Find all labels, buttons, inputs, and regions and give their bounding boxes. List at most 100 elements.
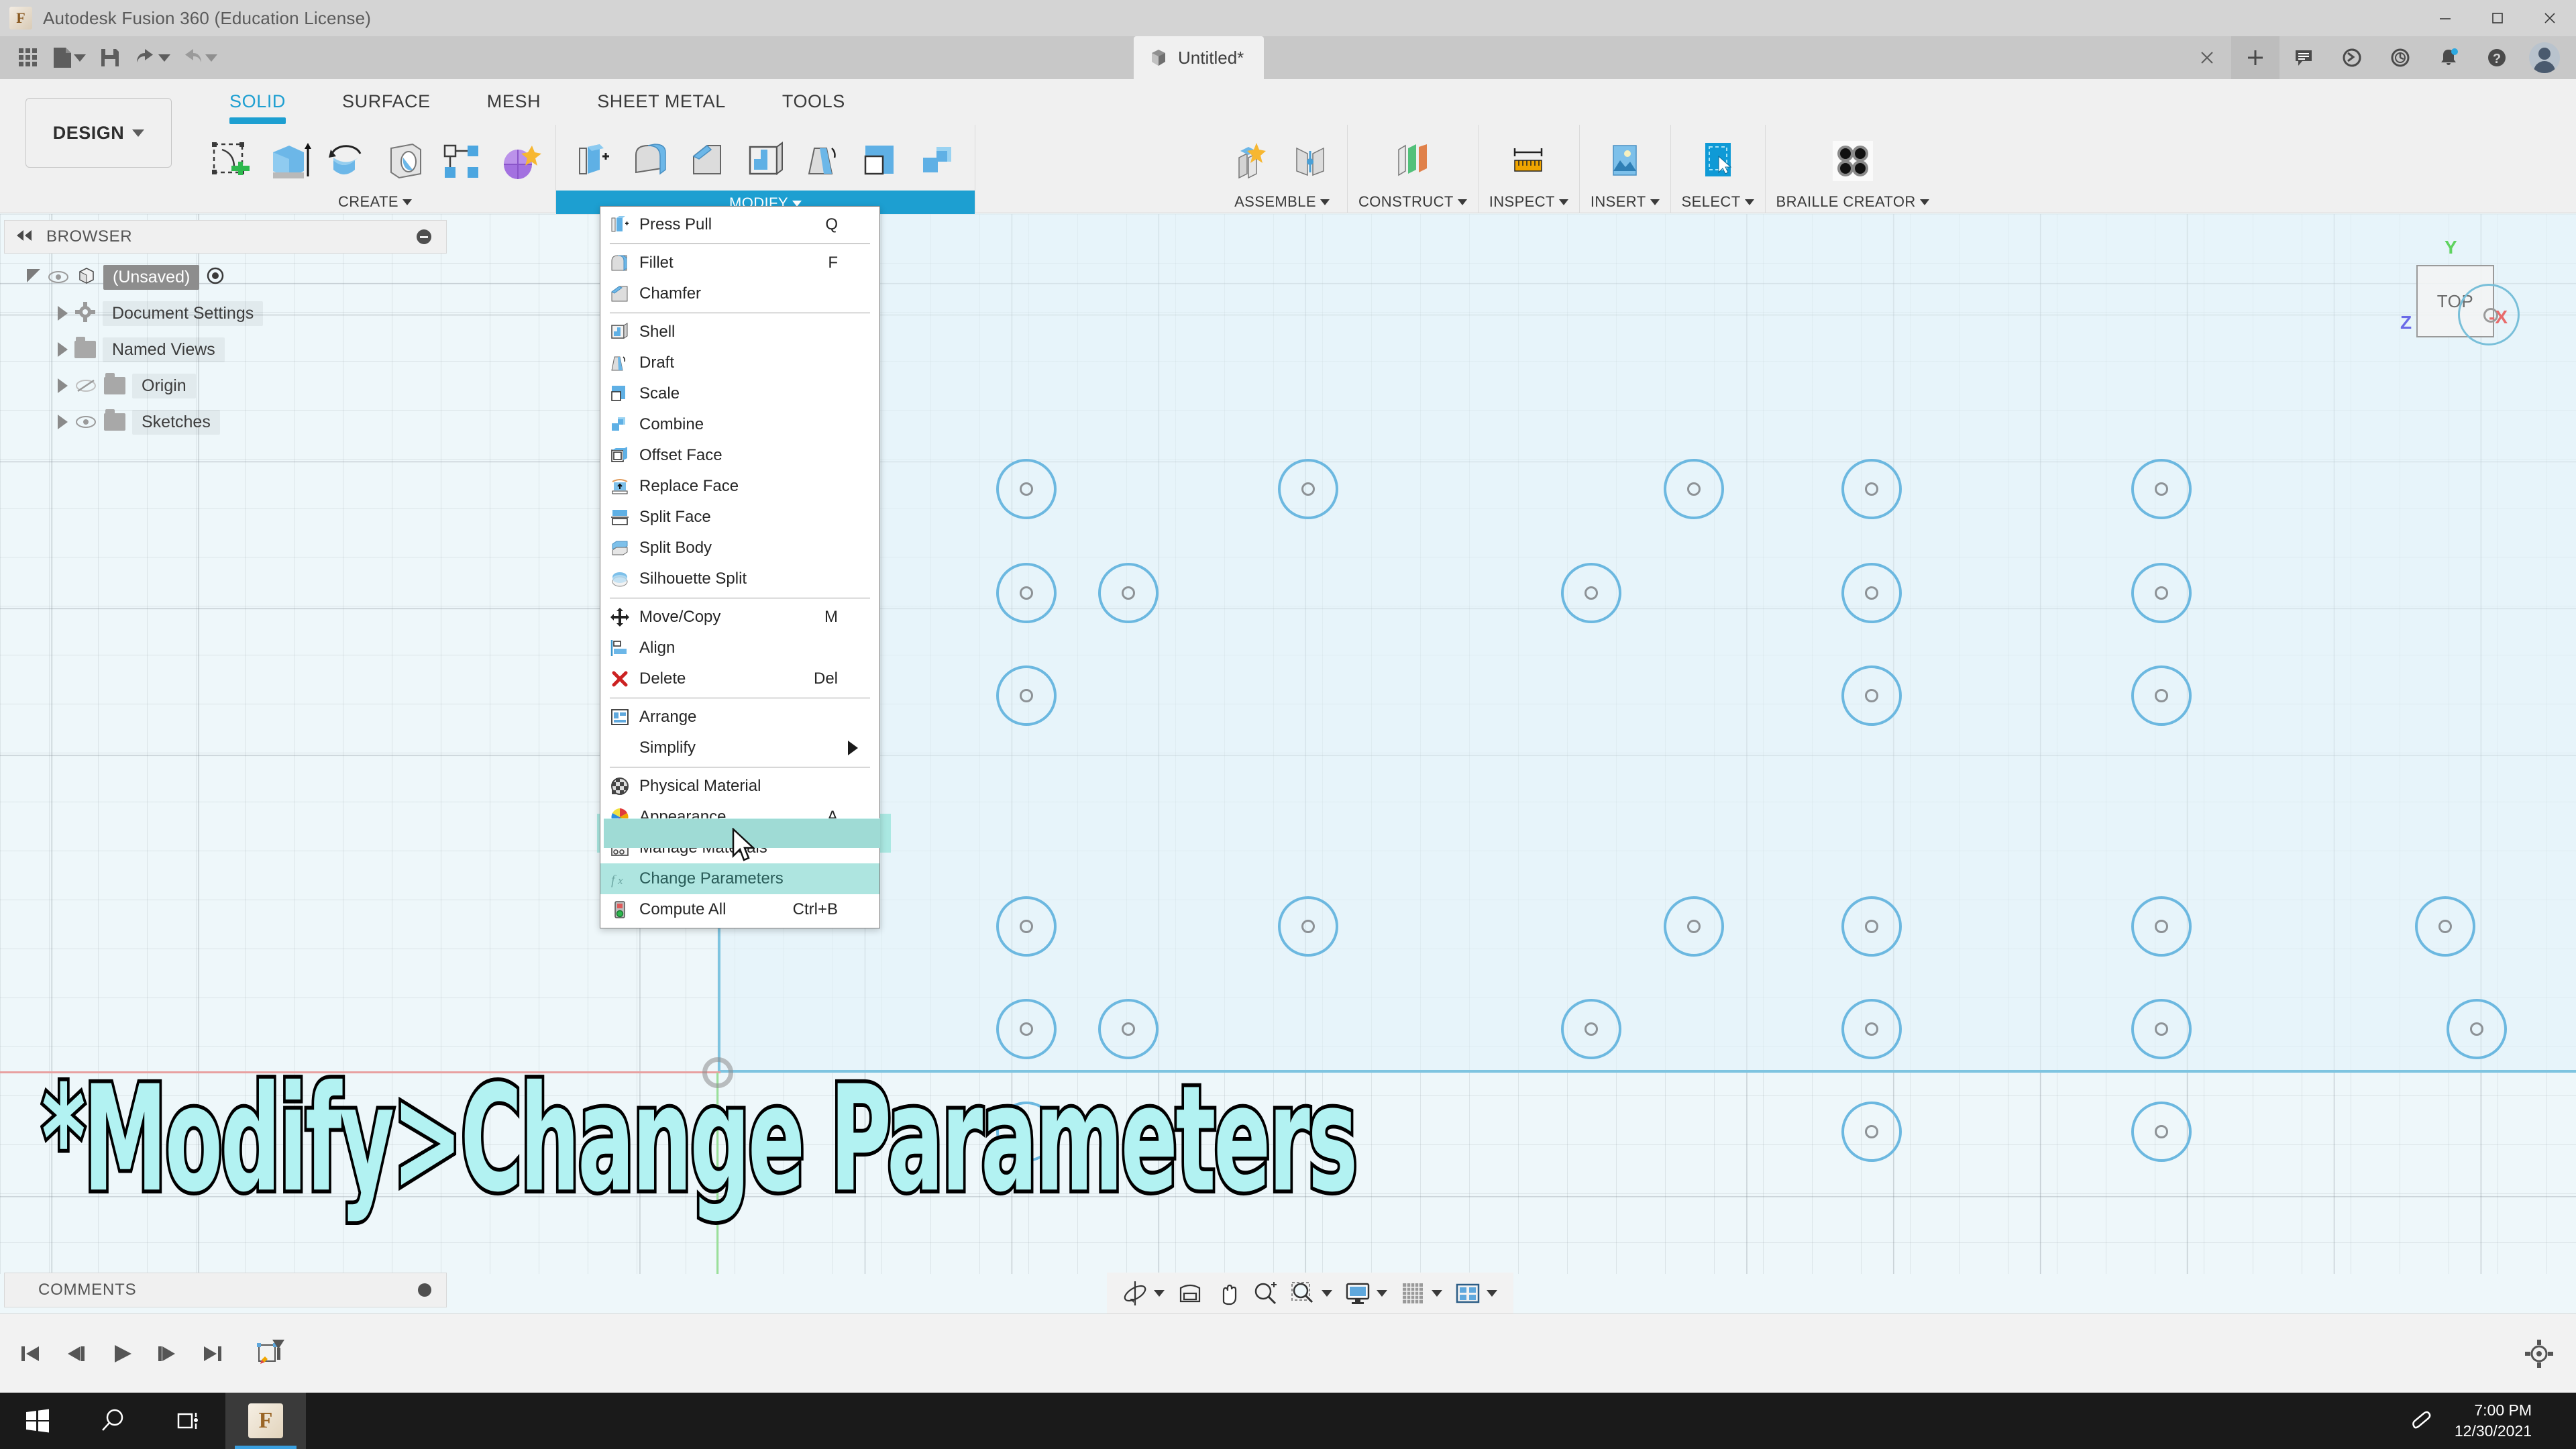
chevron-down-icon[interactable] bbox=[1432, 1290, 1442, 1297]
menu-item-shell[interactable]: Shell bbox=[600, 317, 879, 347]
braille-dots-icon[interactable] bbox=[1827, 136, 1878, 186]
menu-item-silhouette-split[interactable]: Silhouette Split bbox=[600, 564, 879, 594]
tab-surface[interactable]: SURFACE bbox=[314, 91, 459, 124]
comments-collapse-icon[interactable] bbox=[418, 1283, 431, 1297]
menu-item-scale[interactable]: Scale bbox=[600, 378, 879, 409]
fillet-icon[interactable] bbox=[625, 136, 676, 186]
notification-bell-icon[interactable] bbox=[2424, 36, 2473, 79]
new-file-icon[interactable] bbox=[48, 40, 90, 75]
sketch-marker-icon[interactable] bbox=[251, 1334, 290, 1373]
joint-icon[interactable] bbox=[1285, 136, 1336, 186]
braille-dot-center-point[interactable] bbox=[2438, 920, 2452, 933]
braille-dot-center-point[interactable] bbox=[1020, 689, 1033, 702]
tab-solid[interactable]: SOLID bbox=[201, 91, 314, 124]
comment-icon[interactable] bbox=[2279, 36, 2328, 79]
tab-mesh[interactable]: MESH bbox=[459, 91, 569, 124]
new-component-icon[interactable] bbox=[1228, 136, 1279, 186]
windows-ink-icon[interactable] bbox=[2408, 1405, 2436, 1437]
revolve-icon[interactable] bbox=[321, 136, 372, 186]
display-settings-icon[interactable] bbox=[1340, 1276, 1375, 1311]
menu-item-split-face[interactable]: Split Face bbox=[600, 502, 879, 533]
comments-bar[interactable]: COMMENTS bbox=[4, 1273, 447, 1307]
go-to-beginning-icon[interactable] bbox=[11, 1334, 50, 1373]
braille-dot-center-point[interactable] bbox=[2155, 586, 2168, 600]
viewports-icon[interactable] bbox=[1450, 1276, 1485, 1311]
browser-item-origin[interactable]: Origin bbox=[27, 368, 456, 404]
browser-item-sketches[interactable]: Sketches bbox=[27, 404, 456, 440]
braille-dot-center-point[interactable] bbox=[1865, 1125, 1878, 1138]
menu-item-fillet[interactable]: Fillet F bbox=[600, 248, 879, 278]
close-tab-icon[interactable] bbox=[2183, 36, 2231, 79]
menu-item-split-body[interactable]: Split Body bbox=[600, 533, 879, 564]
measure-icon[interactable] bbox=[1503, 136, 1554, 186]
braille-dot-center-point[interactable] bbox=[1020, 482, 1033, 496]
timeline-settings-gear-icon[interactable] bbox=[2520, 1334, 2559, 1373]
braille-dot-center-point[interactable] bbox=[1865, 920, 1878, 933]
radio-display-icon[interactable] bbox=[206, 266, 225, 288]
insert-image-icon[interactable] bbox=[1599, 136, 1650, 186]
braille-dot-center-point[interactable] bbox=[2155, 1125, 2168, 1138]
chevron-right-icon[interactable] bbox=[58, 415, 68, 429]
eye-icon[interactable] bbox=[74, 414, 97, 430]
chevron-right-icon[interactable] bbox=[58, 342, 68, 357]
press-pull-icon[interactable] bbox=[567, 136, 618, 186]
braille-dot-center-point[interactable] bbox=[1865, 482, 1878, 496]
zoom-icon[interactable] bbox=[1248, 1276, 1283, 1311]
menu-item-delete[interactable]: Delete Del bbox=[600, 663, 879, 694]
app-grid-icon[interactable] bbox=[11, 40, 46, 75]
chevron-right-icon[interactable] bbox=[58, 306, 68, 321]
job-status-icon[interactable] bbox=[2376, 36, 2424, 79]
workspace-selector[interactable]: DESIGN bbox=[25, 98, 172, 168]
avatar[interactable] bbox=[2529, 42, 2560, 73]
braille-dot-center-point[interactable] bbox=[1122, 1022, 1135, 1036]
help-icon[interactable]: ? bbox=[2473, 36, 2521, 79]
braille-dot-center-point[interactable] bbox=[1687, 920, 1701, 933]
shell-icon[interactable] bbox=[740, 136, 791, 186]
chevron-expanded-icon[interactable] bbox=[27, 269, 40, 282]
go-to-end-icon[interactable] bbox=[193, 1334, 232, 1373]
menu-item-draft[interactable]: Draft bbox=[600, 347, 879, 378]
menu-item-align[interactable]: Align bbox=[600, 633, 879, 663]
braille-dot-center-point[interactable] bbox=[1687, 482, 1701, 496]
taskbar-app-fusion360[interactable]: F bbox=[225, 1393, 306, 1449]
panel-insert-title[interactable]: INSERT bbox=[1591, 193, 1660, 213]
chevron-right-icon[interactable] bbox=[58, 378, 68, 393]
hole-icon[interactable] bbox=[378, 136, 429, 186]
extensions-icon[interactable] bbox=[2328, 36, 2376, 79]
chevron-down-icon[interactable] bbox=[1377, 1290, 1387, 1297]
chevron-down-icon[interactable] bbox=[1154, 1290, 1165, 1297]
braille-dot-center-point[interactable] bbox=[1865, 1022, 1878, 1036]
browser-root-node[interactable]: (Unsaved) bbox=[27, 259, 456, 295]
panel-braille-creator-title[interactable]: BRAILLE CREATOR bbox=[1776, 193, 1929, 213]
braille-dot-center-point[interactable] bbox=[1301, 920, 1315, 933]
menu-item-replace-face[interactable]: Replace Face bbox=[600, 471, 879, 502]
browser-item-named-views[interactable]: Named Views bbox=[27, 331, 456, 368]
eye-icon[interactable] bbox=[47, 269, 70, 285]
extrude-icon[interactable] bbox=[263, 136, 314, 186]
braille-dot-center-point[interactable] bbox=[1122, 586, 1135, 600]
viewcube[interactable]: TOP Y Z -X bbox=[2388, 233, 2522, 350]
create-form-icon[interactable] bbox=[494, 136, 545, 186]
braille-dot-center-point[interactable] bbox=[1865, 586, 1878, 600]
chevron-down-icon[interactable] bbox=[1487, 1290, 1497, 1297]
save-icon[interactable] bbox=[93, 40, 127, 75]
document-tab[interactable]: Untitled* bbox=[1134, 36, 1265, 79]
panel-construct-title[interactable]: CONSTRUCT bbox=[1358, 193, 1467, 213]
braille-dot-center-point[interactable] bbox=[2155, 920, 2168, 933]
undo-icon[interactable] bbox=[130, 40, 174, 75]
minimize-button[interactable] bbox=[2419, 0, 2471, 36]
braille-dot-center-point[interactable] bbox=[1020, 920, 1033, 933]
scale-icon[interactable] bbox=[855, 136, 906, 186]
search-icon[interactable] bbox=[75, 1393, 150, 1449]
taskbar-clock[interactable]: 7:00 PM 12/30/2021 bbox=[2455, 1400, 2532, 1442]
select-window-icon[interactable] bbox=[1693, 136, 1743, 186]
maximize-button[interactable] bbox=[2471, 0, 2524, 36]
braille-dot-center-point[interactable] bbox=[1585, 1022, 1598, 1036]
new-tab-plus-icon[interactable] bbox=[2231, 36, 2279, 79]
panel-select-title[interactable]: SELECT bbox=[1682, 193, 1754, 213]
tab-sheet-metal[interactable]: SHEET METAL bbox=[569, 91, 754, 124]
braille-dot-center-point[interactable] bbox=[1585, 586, 1598, 600]
pattern-icon[interactable] bbox=[436, 136, 487, 186]
panel-inspect-title[interactable]: INSPECT bbox=[1489, 193, 1568, 213]
braille-dot-center-point[interactable] bbox=[1020, 1022, 1033, 1036]
